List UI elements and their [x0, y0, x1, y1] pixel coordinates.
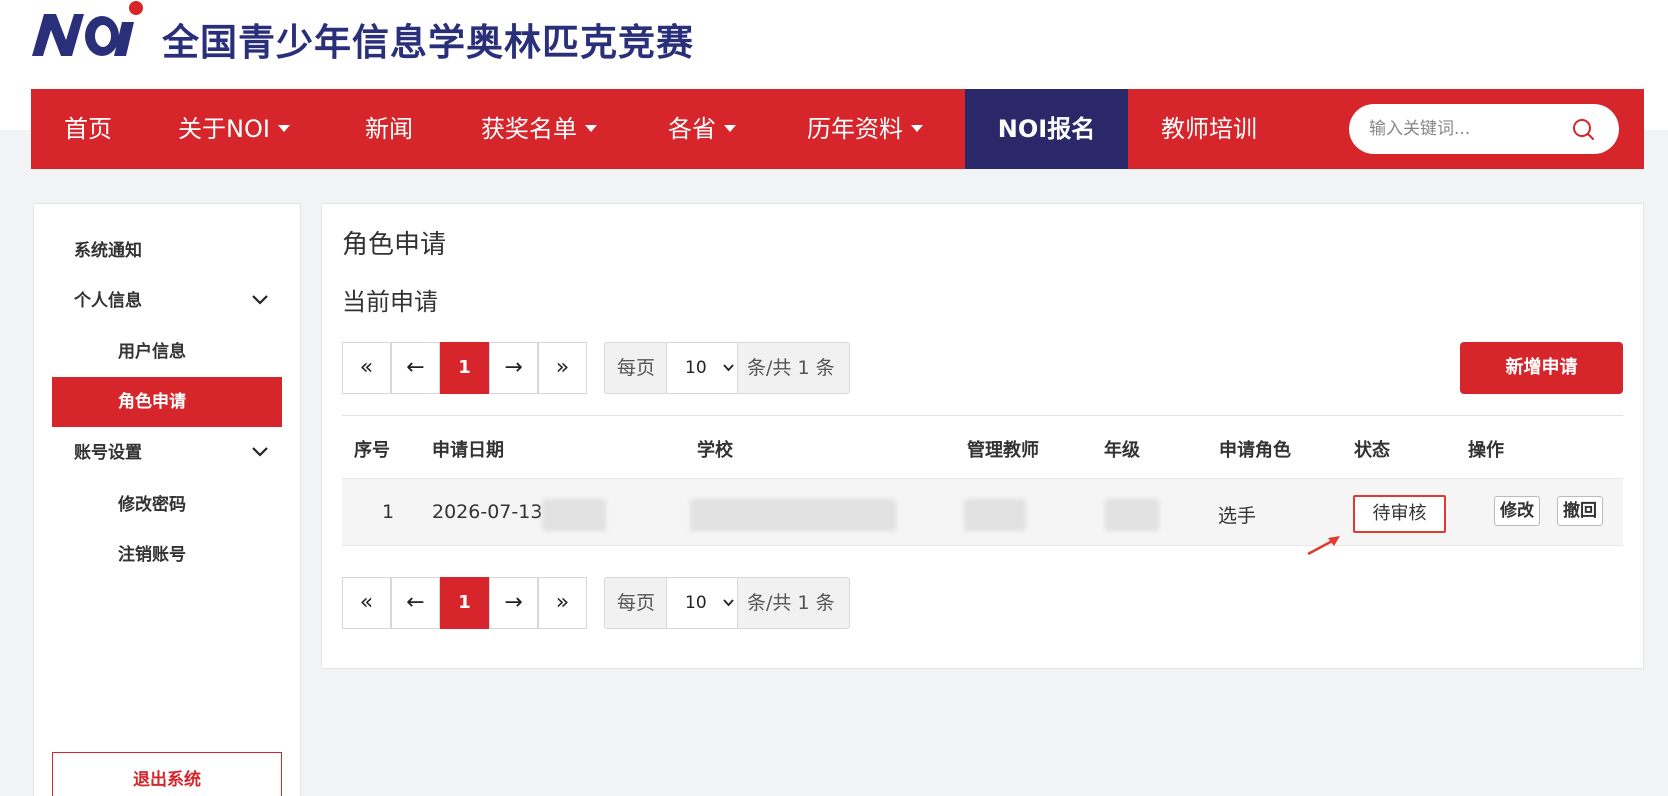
last-page-button[interactable]: »: [538, 577, 587, 629]
table-row: 1 2026-07-13 0 选手 待审核 修改 撤回: [342, 478, 1623, 546]
chevron-down-icon: [724, 124, 736, 132]
edit-button[interactable]: 修改: [1494, 496, 1540, 526]
col-header-school: 学校: [697, 440, 733, 461]
sidebar-item-delete-account[interactable]: 注销账号: [34, 530, 300, 580]
site-title: 全国青少年信息学奥林匹克竞赛: [162, 21, 694, 64]
divider: [342, 415, 1623, 416]
per-page-label: 每页: [617, 357, 656, 379]
cell-role: 选手: [1218, 505, 1257, 527]
nav-news[interactable]: 新闻: [365, 89, 413, 169]
next-page-button[interactable]: →: [489, 342, 538, 394]
withdraw-button[interactable]: 撤回: [1557, 496, 1603, 526]
col-header-teacher: 管理教师: [967, 440, 1039, 461]
status-badge: 待审核: [1353, 495, 1446, 533]
redacted-date-time: [542, 499, 606, 531]
page-size-group: 每页 10 条/共 1 条: [604, 577, 850, 629]
redacted-teacher: [964, 499, 1026, 531]
nav-provinces[interactable]: 各省: [668, 89, 736, 169]
sidebar-item-user-info[interactable]: 用户信息: [34, 327, 300, 377]
nav-award-list[interactable]: 获奖名单: [481, 89, 597, 169]
last-page-button[interactable]: »: [538, 342, 587, 394]
redacted-school: [690, 499, 896, 531]
total-count-label: 条/共 1 条: [747, 357, 835, 379]
nav-home[interactable]: 首页: [64, 89, 112, 169]
nav-about-noi[interactable]: 关于NOI: [178, 89, 290, 169]
nav-archives[interactable]: 历年资料: [807, 89, 923, 169]
chevron-down-icon: [585, 124, 597, 132]
sidebar-item-role-application[interactable]: 角色申请: [52, 377, 282, 427]
col-header-role: 申请角色: [1219, 440, 1291, 461]
sidebar-item-change-password[interactable]: 修改密码: [34, 480, 300, 530]
current-page-button[interactable]: 1: [440, 577, 489, 629]
sidebar-item-personal-info[interactable]: 个人信息: [34, 276, 300, 326]
per-page-label: 每页: [617, 592, 656, 614]
nav-noi-registration[interactable]: NOI报名: [965, 89, 1128, 169]
chevron-down-icon: [911, 124, 923, 132]
add-application-button[interactable]: 新增申请: [1460, 342, 1623, 394]
search-icon[interactable]: [1571, 117, 1595, 141]
chevron-down-icon: [252, 295, 268, 305]
nav-teacher-training[interactable]: 教师培训: [1161, 89, 1257, 169]
col-header-actions: 操作: [1468, 440, 1504, 461]
sidebar: 系统通知 个人信息 用户信息 角色申请 账号设置 修改密码 注销账号 退出系统: [33, 203, 301, 796]
main-nav: 首页 关于NOI 新闻 获奖名单 各省 历年资料 NOI报名 教师培训: [31, 89, 1644, 169]
page-size-select[interactable]: 10: [666, 343, 738, 393]
page-title: 角色申请: [342, 230, 447, 260]
next-page-button[interactable]: →: [489, 577, 538, 629]
col-header-date: 申请日期: [432, 440, 504, 461]
col-header-grade: 年级: [1104, 440, 1140, 461]
prev-page-button[interactable]: ←: [391, 577, 440, 629]
section-title: 当前申请: [342, 288, 438, 316]
redacted-grade: [1105, 499, 1159, 531]
annotation-arrow-icon: [1307, 536, 1340, 556]
sidebar-item-notifications[interactable]: 系统通知: [34, 226, 300, 276]
chevron-down-icon: [277, 124, 290, 132]
chevron-down-icon: [252, 447, 268, 457]
page-size-group: 每页 10 条/共 1 条: [604, 342, 850, 394]
chevron-down-icon: [723, 364, 734, 372]
total-count-label: 条/共 1 条: [747, 592, 835, 614]
main-panel: 角色申请 当前申请 « ← 1 → » 每页 10 条/共 1 条 新增申请 序…: [321, 203, 1644, 669]
first-page-button[interactable]: «: [342, 342, 391, 394]
search-input[interactable]: [1369, 117, 1569, 141]
sidebar-item-account-settings[interactable]: 账号设置: [34, 428, 300, 478]
search-box: [1349, 104, 1619, 154]
current-page-button[interactable]: 1: [440, 342, 489, 394]
col-header-status: 状态: [1354, 440, 1390, 461]
page-size-select[interactable]: 10: [666, 578, 738, 628]
prev-page-button[interactable]: ←: [391, 342, 440, 394]
logout-button[interactable]: 退出系统: [52, 752, 282, 796]
cell-index: 1: [382, 501, 395, 523]
chevron-down-icon: [723, 599, 734, 607]
first-page-button[interactable]: «: [342, 577, 391, 629]
col-header-index: 序号: [354, 440, 390, 461]
noi-logo[interactable]: [30, 0, 150, 62]
